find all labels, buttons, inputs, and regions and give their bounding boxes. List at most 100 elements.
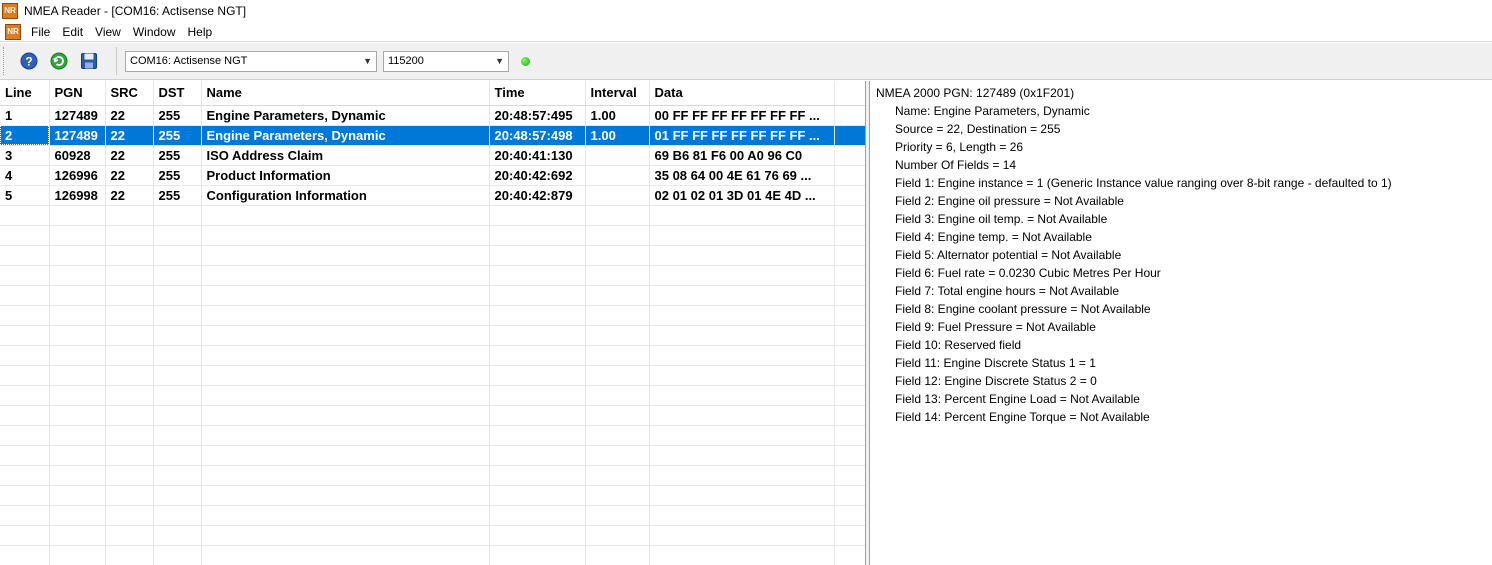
details-line: Field 5: Alternator potential = Not Avai… [895,248,1122,262]
empty-cell [201,385,490,406]
column-header-src[interactable]: SRC [105,81,154,106]
table-cell-filler [834,145,866,166]
empty-table-row [0,345,866,366]
empty-cell [49,465,106,486]
table-row[interactable]: 2 127489 22 255 Engine Parameters, Dynamic 20… [0,125,866,146]
details-line: Field 8: Engine coolant pressure = Not A… [895,302,1151,316]
empty-cell [0,225,50,246]
toolbar: ? COM16: Actisense NGT ▼ 115200 ▼ [0,43,1492,80]
empty-cell [834,385,866,406]
table-cell: 4 [0,165,50,186]
empty-cell [105,545,154,565]
table-cell: 20:40:42:879 [489,185,586,206]
column-header-line[interactable]: Line [0,81,50,106]
empty-cell [649,205,835,226]
table-cell: ISO Address Claim [201,145,490,166]
empty-cell [105,285,154,306]
table-row[interactable]: 4 126996 22 255 Product Information 20:40:42:… [0,165,866,186]
empty-cell [585,305,650,326]
column-header-interval[interactable]: Interval [585,81,650,106]
empty-cell [153,425,202,446]
mdi-child-icon[interactable]: NR [5,23,21,40]
empty-table-row [0,265,866,286]
menu-edit[interactable]: Edit [56,25,89,39]
empty-cell [105,525,154,546]
table-cell: 127489 [49,105,106,126]
table-cell: 69 B6 81 F6 00 A0 96 C0 [649,145,835,166]
empty-cell [585,285,650,306]
empty-cell [834,545,866,565]
toolbar-grip[interactable] [3,47,6,75]
empty-cell [153,325,202,346]
details-line: Field 11: Engine Discrete Status 1 = 1 [895,356,1096,370]
title-bar: NR NMEA Reader - [COM16: Actisense NGT] [0,0,1492,22]
empty-cell [649,265,835,286]
empty-cell [834,225,866,246]
empty-cell [834,525,866,546]
refresh-button[interactable] [46,48,72,74]
empty-cell [585,225,650,246]
empty-cell [49,265,106,286]
column-header-data[interactable]: Data [649,81,835,106]
column-header-dst[interactable]: DST [153,81,202,106]
column-header-name[interactable]: Name [201,81,490,106]
port-select[interactable]: COM16: Actisense NGT ▼ [125,50,377,72]
empty-table-row [0,425,866,446]
empty-cell [201,545,490,565]
empty-cell [834,265,866,286]
empty-cell [0,205,50,226]
empty-cell [649,425,835,446]
empty-cell [49,385,106,406]
save-button[interactable] [76,48,102,74]
empty-cell [153,465,202,486]
empty-cell [105,505,154,526]
table-row[interactable]: 5 126998 22 255 Configuration Information 20:… [0,185,866,206]
baud-select[interactable]: 115200 ▼ [383,50,509,72]
column-header-time[interactable]: Time [489,81,586,106]
empty-cell [153,225,202,246]
details-line: Name: Engine Parameters, Dynamic [895,104,1090,118]
empty-cell [201,365,490,386]
empty-cell [585,265,650,286]
message-details-pane: NMEA 2000 PGN: 127489 (0x1F201) Name: En… [870,81,1492,565]
empty-cell [0,525,50,546]
chevron-down-icon: ▼ [363,56,372,66]
empty-cell [649,545,835,565]
empty-cell [0,305,50,326]
table-cell [585,165,650,186]
refresh-icon [50,52,68,70]
empty-cell [834,445,866,466]
menu-view[interactable]: View [89,25,127,39]
table-cell: 126996 [49,165,106,186]
table-cell: 127489 [49,125,106,146]
table-row[interactable]: 1 127489 22 255 Engine Parameters, Dynamic 20… [0,105,866,126]
empty-cell [105,265,154,286]
empty-cell [49,285,106,306]
empty-cell [49,365,106,386]
column-header-pgn[interactable]: PGN [49,81,106,106]
empty-cell [201,265,490,286]
help-icon: ? [20,52,38,70]
empty-cell [834,505,866,526]
empty-cell [649,305,835,326]
table-cell: 35 08 64 00 4E 61 76 69 ... [649,165,835,186]
table-cell: 22 [105,105,154,126]
empty-cell [489,345,586,366]
empty-cell [489,425,586,446]
empty-cell [49,205,106,226]
details-line: Field 14: Percent Engine Torque = Not Av… [895,410,1150,424]
menu-window[interactable]: Window [127,25,182,39]
empty-cell [585,545,650,565]
empty-cell [489,285,586,306]
menu-help[interactable]: Help [182,25,219,39]
empty-cell [0,405,50,426]
empty-cell [649,505,835,526]
help-button[interactable]: ? [16,48,42,74]
empty-cell [153,385,202,406]
empty-cell [105,345,154,366]
empty-cell [0,325,50,346]
empty-cell [834,425,866,446]
details-line: Field 13: Percent Engine Load = Not Avai… [895,392,1140,406]
menu-file[interactable]: File [25,25,56,39]
table-row[interactable]: 3 60928 22 255 ISO Address Claim 20:40:41:130… [0,145,866,166]
